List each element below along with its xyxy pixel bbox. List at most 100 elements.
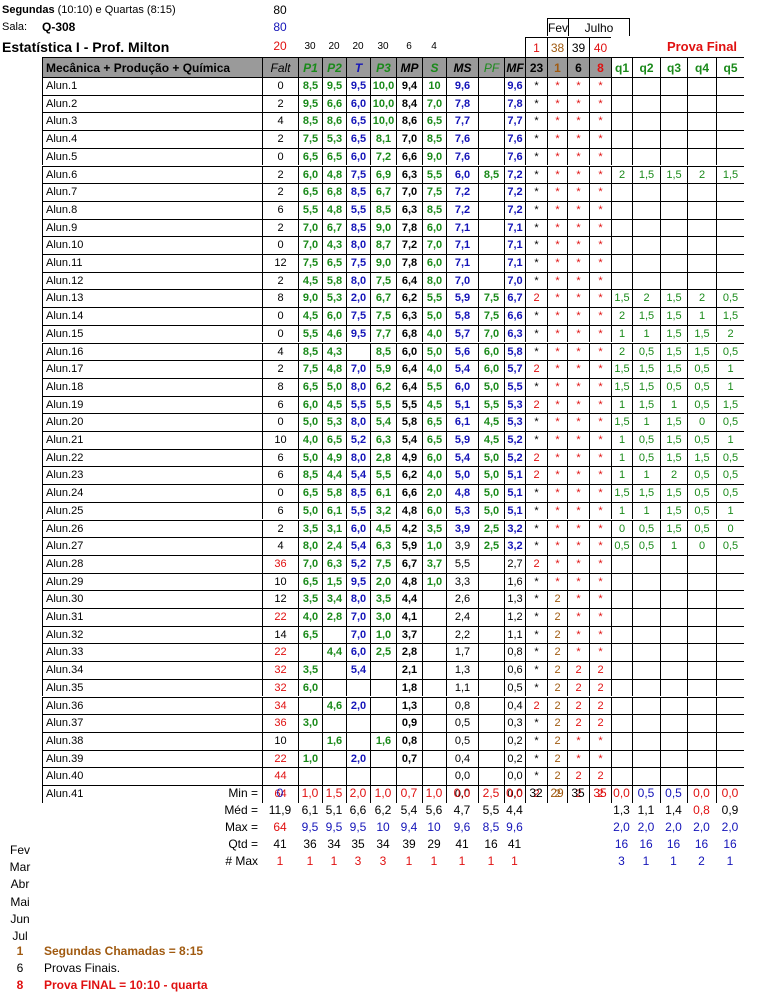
grade-cell: 1,5 bbox=[632, 395, 660, 414]
grade-cell: 1,5 bbox=[660, 519, 687, 538]
student-name: Alun.10 bbox=[42, 236, 262, 254]
grade-cell bbox=[478, 218, 504, 237]
stat-value: 0,5 bbox=[665, 785, 682, 800]
stat-value: 35 bbox=[351, 836, 365, 851]
grade-cell: 0,5 bbox=[632, 537, 660, 555]
grade-cell: 1 bbox=[611, 466, 632, 485]
grade-cell: 8,5 bbox=[422, 130, 446, 148]
grade-cell: 2 bbox=[687, 289, 716, 308]
grade-cell: 0,0 bbox=[446, 767, 478, 785]
col-header-ms: MS bbox=[446, 57, 478, 77]
grade-cell: 4,3 bbox=[322, 236, 346, 254]
grade-cell bbox=[370, 661, 396, 679]
grade-cell: 1,0 bbox=[422, 537, 446, 555]
grade-cell: 2,0 bbox=[346, 749, 370, 768]
month-fev: Fev bbox=[547, 18, 569, 36]
grade-cell: 22 bbox=[262, 749, 298, 768]
stat-value bbox=[525, 836, 547, 853]
grade-cell: 1,5 bbox=[611, 360, 632, 378]
stat-value: 29 bbox=[550, 785, 564, 800]
grade-cell: * bbox=[525, 484, 547, 502]
grade-cell bbox=[716, 130, 744, 148]
grade-cell bbox=[687, 183, 716, 201]
stat-value: 1,1 bbox=[637, 802, 655, 817]
grade-cell: 32 bbox=[262, 661, 298, 679]
grade-cell bbox=[660, 271, 687, 290]
grade-cell: * bbox=[589, 749, 611, 768]
stat-value: 0,0 bbox=[453, 785, 471, 800]
grade-cell: 0,8 bbox=[396, 731, 422, 750]
grade-cell: 6,1 bbox=[446, 413, 478, 431]
grade-cell: 0,5 bbox=[660, 377, 687, 396]
grade-cell bbox=[660, 625, 687, 644]
grade-cell: 1,5 bbox=[611, 289, 632, 308]
schedule-days: Segundas bbox=[2, 4, 55, 16]
stat-value: 1 bbox=[487, 853, 495, 868]
grade-cell: * bbox=[525, 271, 547, 290]
grade-cell: 5,0 bbox=[478, 484, 504, 502]
student-name: Alun.39 bbox=[42, 749, 262, 768]
grade-cell: 0 bbox=[262, 147, 298, 166]
grade-cell: 2 bbox=[589, 696, 611, 715]
student-name: Alun.29 bbox=[42, 572, 262, 591]
grade-cell: * bbox=[525, 307, 547, 325]
grade-cell: 2 bbox=[567, 696, 589, 715]
grade-cell: 0,5 bbox=[632, 448, 660, 467]
grade-cell: 5,3 bbox=[504, 395, 525, 414]
stat-value bbox=[547, 836, 567, 853]
grade-cell: 8,4 bbox=[396, 94, 422, 113]
grade-cell bbox=[422, 678, 446, 697]
grade-cell: 7,5 bbox=[298, 360, 322, 378]
stat-value bbox=[525, 819, 547, 836]
stat-value: 16 bbox=[639, 836, 653, 851]
grade-cell: 1,5 bbox=[660, 484, 687, 502]
note-number: 6 bbox=[16, 961, 24, 975]
grade-cell: 3,0 bbox=[370, 608, 396, 626]
grade-cell: 0,5 bbox=[687, 484, 716, 502]
grade-cell: 2 bbox=[525, 448, 547, 467]
grade-cell: 8,1 bbox=[370, 130, 396, 148]
grade-cell: * bbox=[567, 519, 589, 538]
grade-cell: 6,5 bbox=[322, 431, 346, 449]
grade-cell: 6,7 bbox=[370, 289, 396, 308]
student-name: Alun.30 bbox=[42, 590, 262, 608]
student-name: Alun.7 bbox=[42, 183, 262, 201]
grade-cell bbox=[716, 147, 744, 166]
note-number: 1 bbox=[16, 944, 24, 958]
col-header-q3: q3 bbox=[660, 57, 687, 77]
grade-cell bbox=[687, 200, 716, 219]
grade-cell: 2,7 bbox=[504, 554, 525, 573]
stat-value: 34 bbox=[376, 836, 390, 851]
grade-cell bbox=[422, 749, 446, 768]
stat-value: 2,0 bbox=[637, 819, 655, 834]
stat-value: 1,0 bbox=[374, 785, 392, 800]
grade-cell: 1,2 bbox=[504, 608, 525, 626]
stat-value bbox=[589, 853, 611, 870]
stat-value: 9,6 bbox=[506, 819, 523, 834]
grade-cell: * bbox=[567, 590, 589, 608]
grade-cell: * bbox=[589, 218, 611, 237]
grade-cell: 7,8 bbox=[504, 94, 525, 113]
grade-cell: * bbox=[525, 77, 547, 95]
grade-cell bbox=[478, 271, 504, 290]
grade-cell: * bbox=[525, 749, 547, 768]
grade-cell: 6,0 bbox=[346, 147, 370, 166]
grade-cell: 1,5 bbox=[611, 377, 632, 396]
grade-cell: 6,5 bbox=[298, 572, 322, 591]
grade-cell: 4,8 bbox=[396, 501, 422, 520]
grade-cell: * bbox=[567, 413, 589, 431]
col-header-q2: q2 bbox=[632, 57, 660, 77]
student-name: Alun.37 bbox=[42, 714, 262, 732]
grade-cell: 2 bbox=[547, 590, 567, 608]
grade-cell: 2 bbox=[547, 661, 567, 679]
grade-cell: * bbox=[547, 165, 567, 184]
grade-cell: 2 bbox=[547, 749, 567, 768]
grade-cell: 36 bbox=[262, 714, 298, 732]
grade-cell: 2,4 bbox=[446, 608, 478, 626]
grade-cell bbox=[632, 696, 660, 715]
grade-cell: 5,3 bbox=[446, 501, 478, 520]
grade-cell: 1,5 bbox=[660, 307, 687, 325]
grade-cell: 0 bbox=[262, 236, 298, 254]
col-header-q4: q4 bbox=[687, 57, 716, 77]
grade-cell: * bbox=[567, 448, 589, 467]
